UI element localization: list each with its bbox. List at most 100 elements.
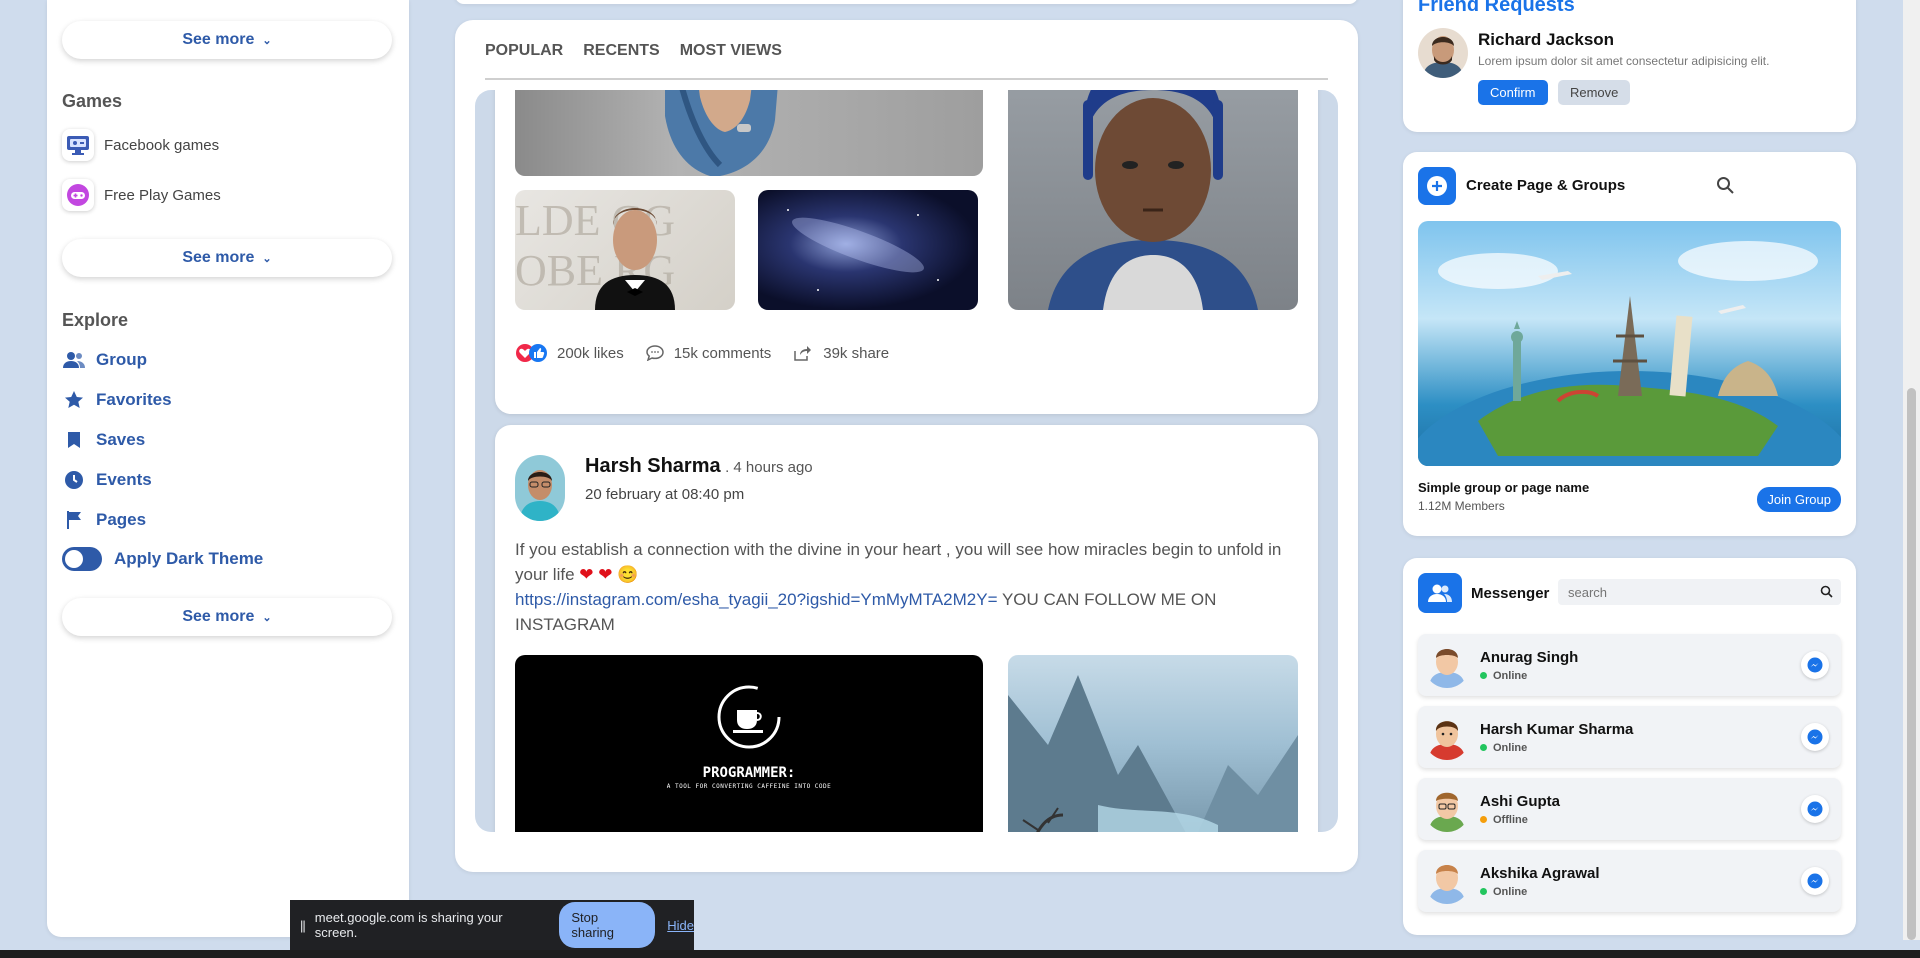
contact-row[interactable]: Ashi Gupta Offline bbox=[1418, 778, 1841, 840]
friend-requests-title: Friend Requests bbox=[1418, 0, 1575, 16]
dark-theme-toggle-row[interactable]: Apply Dark Theme bbox=[62, 547, 263, 571]
post-image-programmer[interactable]: PROGRAMMER: A TOOL FOR CONVERTING CAFFEI… bbox=[515, 655, 983, 832]
comments-count[interactable]: 15k comments bbox=[674, 345, 772, 362]
contact-name: Anurag Singh bbox=[1480, 648, 1579, 666]
stop-sharing-button[interactable]: Stop sharing bbox=[559, 902, 656, 948]
see-more-button[interactable]: See more ⌄ bbox=[62, 21, 392, 59]
tab-recents[interactable]: RECENTS bbox=[583, 42, 659, 60]
search-icon[interactable] bbox=[1820, 585, 1833, 603]
travel-world-image[interactable] bbox=[1418, 221, 1841, 466]
chevron-down-icon: ⌄ bbox=[262, 252, 272, 265]
author-name[interactable]: Harsh Sharma bbox=[585, 455, 721, 477]
contact-row[interactable]: Harsh Kumar Sharma Online bbox=[1418, 706, 1841, 768]
contact-avatar bbox=[1424, 786, 1470, 832]
post-header: Harsh Sharma . 4 hours ago 20 february a… bbox=[515, 455, 813, 521]
see-more-button[interactable]: See more ⌄ bbox=[62, 598, 392, 636]
feed-scroll-area[interactable]: LDE GG OBE RG 200k likes 15k comments 39k… bbox=[475, 90, 1338, 832]
sidebar-item-free-play-games[interactable]: Free Play Games bbox=[62, 179, 221, 211]
search-input[interactable] bbox=[1558, 579, 1798, 605]
sidebar-item-favorites[interactable]: Favorites bbox=[62, 388, 172, 412]
post-link[interactable]: https://instagram.com/esha_tyagii_20?igs… bbox=[515, 590, 998, 609]
status-dot bbox=[1480, 888, 1487, 895]
requester-name[interactable]: Richard Jackson bbox=[1478, 30, 1614, 50]
contact-status-label: Online bbox=[1493, 669, 1528, 682]
bookmark-icon bbox=[62, 428, 86, 452]
messenger-icon[interactable] bbox=[1801, 795, 1829, 823]
contact-status: Online bbox=[1480, 670, 1578, 682]
post-image-portrait-blue-hair[interactable] bbox=[1008, 90, 1298, 310]
feed-tabs: POPULAR RECENTS MOST VIEWS bbox=[485, 42, 782, 60]
tabs-divider bbox=[485, 78, 1328, 80]
contact-status-label: Online bbox=[1493, 885, 1528, 898]
likes-count[interactable]: 200k likes bbox=[557, 345, 624, 362]
group-members: 1.12M Members bbox=[1418, 499, 1505, 513]
tab-popular[interactable]: POPULAR bbox=[485, 42, 563, 60]
page-scrollbar[interactable] bbox=[1903, 0, 1920, 940]
scrollbar-thumb[interactable] bbox=[1907, 388, 1916, 940]
sidebar-item-label: Events bbox=[96, 470, 152, 489]
feed-card: POPULAR RECENTS MOST VIEWS LDE GG OBE RG … bbox=[455, 20, 1358, 872]
author-avatar[interactable] bbox=[515, 455, 565, 521]
gamepad-icon bbox=[62, 179, 94, 211]
messenger-icon[interactable] bbox=[1801, 867, 1829, 895]
tab-most-views[interactable]: MOST VIEWS bbox=[680, 42, 782, 60]
join-group-button[interactable]: Join Group bbox=[1757, 487, 1841, 512]
shares-count[interactable]: 39k share bbox=[823, 345, 889, 362]
sidebar-item-label: Favorites bbox=[96, 390, 172, 409]
group-name[interactable]: Simple group or page name bbox=[1418, 480, 1589, 495]
contact-status-label: Online bbox=[1493, 741, 1528, 754]
requester-avatar[interactable] bbox=[1418, 28, 1468, 78]
sidebar-item-label: Saves bbox=[96, 430, 146, 449]
see-more-label: See more bbox=[182, 31, 255, 48]
add-circle-icon[interactable] bbox=[1418, 167, 1456, 205]
contact-avatar bbox=[1424, 858, 1470, 904]
post-date: 20 february at 08:40 pm bbox=[585, 486, 745, 503]
sidebar-item-label: Free Play Games bbox=[104, 186, 221, 204]
messenger-icon[interactable] bbox=[1801, 723, 1829, 751]
window-bottom-edge bbox=[0, 950, 1920, 958]
contact-status: Online bbox=[1480, 886, 1600, 898]
programmer-title: PROGRAMMER: bbox=[702, 765, 796, 781]
contact-row[interactable]: Akshika Agrawal Online bbox=[1418, 850, 1841, 912]
group-icon bbox=[62, 348, 86, 372]
confirm-button[interactable]: Confirm bbox=[1478, 80, 1548, 105]
contact-row[interactable]: Anurag Singh Online bbox=[1418, 634, 1841, 696]
contact-status-label: Offline bbox=[1493, 813, 1528, 826]
share-icon bbox=[794, 346, 812, 361]
sidebar-item-group[interactable]: Group bbox=[62, 348, 147, 372]
sidebar-item-events[interactable]: Events bbox=[62, 468, 152, 492]
post-image-man-in-tuxedo[interactable]: LDE GG OBE RG bbox=[515, 190, 735, 310]
dark-theme-label: Apply Dark Theme bbox=[114, 549, 264, 568]
post-card: LDE GG OBE RG 200k likes 15k comments 39k… bbox=[495, 90, 1318, 414]
chevron-down-icon: ⌄ bbox=[262, 34, 272, 47]
post-emojis: ❤ ❤ 😊 bbox=[579, 565, 639, 584]
post-time: . 4 hours ago bbox=[725, 459, 813, 476]
hide-link[interactable]: Hide bbox=[667, 918, 694, 933]
status-dot bbox=[1480, 816, 1487, 823]
games-heading: Games bbox=[62, 91, 123, 111]
post-reactions: 200k likes 15k comments 39k share bbox=[515, 343, 911, 363]
sharing-message: meet.google.com is sharing your screen. bbox=[314, 910, 503, 940]
messenger-card: Messenger Anurag Singh Online Harsh Kuma… bbox=[1403, 558, 1856, 935]
see-more-button[interactable]: See more ⌄ bbox=[62, 239, 392, 277]
post-image-denim-shirt[interactable] bbox=[515, 90, 983, 176]
dark-theme-toggle[interactable] bbox=[62, 547, 102, 571]
post-image-galaxy[interactable] bbox=[758, 190, 978, 310]
explore-heading: Explore bbox=[62, 310, 129, 330]
messenger-search[interactable] bbox=[1558, 579, 1841, 605]
contact-name: Harsh Kumar Sharma bbox=[1480, 720, 1634, 738]
screen-sharing-bar: || meet.google.com is sharing your scree… bbox=[290, 900, 694, 950]
flag-icon bbox=[62, 508, 86, 532]
sidebar-item-saves[interactable]: Saves bbox=[62, 428, 145, 452]
remove-button[interactable]: Remove bbox=[1557, 80, 1631, 105]
sidebar-item-pages[interactable]: Pages bbox=[62, 508, 146, 532]
comment-icon bbox=[645, 345, 664, 361]
programmer-subtitle: A TOOL FOR CONVERTING CAFFEINE INTO CODE bbox=[666, 783, 832, 790]
search-icon[interactable] bbox=[1716, 176, 1734, 199]
pause-icon: || bbox=[300, 917, 306, 933]
post-text: If you establish a connection with the d… bbox=[515, 537, 1305, 637]
contact-name: Ashi Gupta bbox=[1480, 792, 1561, 810]
sidebar-item-facebook-games[interactable]: Facebook games bbox=[62, 129, 219, 161]
post-image-mountain-valley[interactable] bbox=[1008, 655, 1298, 832]
messenger-icon[interactable] bbox=[1801, 651, 1829, 679]
